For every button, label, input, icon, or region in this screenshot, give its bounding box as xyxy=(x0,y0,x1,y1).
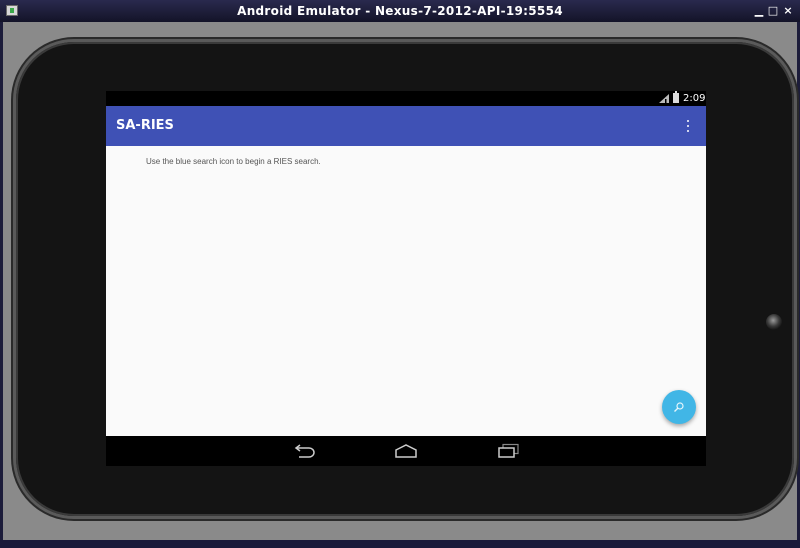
status-time: 2:09 xyxy=(683,93,706,104)
camera-icon xyxy=(766,314,782,330)
app-title: SA-RIES xyxy=(116,118,174,133)
back-icon[interactable] xyxy=(293,443,317,459)
window-bottom-edge xyxy=(0,540,800,548)
recents-icon[interactable] xyxy=(496,443,520,459)
overflow-menu-icon[interactable] xyxy=(680,118,696,134)
search-icon xyxy=(674,402,684,412)
status-bar: 2:09 xyxy=(106,91,706,106)
window-title: Android Emulator - Nexus-7-2012-API-19:5… xyxy=(237,4,563,18)
search-fab-button[interactable] xyxy=(662,390,696,424)
window-title-bar[interactable]: Android Emulator - Nexus-7-2012-API-19:5… xyxy=(0,0,800,22)
signal-icon xyxy=(659,94,669,103)
navigation-bar xyxy=(106,436,706,466)
battery-icon xyxy=(673,91,679,103)
close-button[interactable]: × xyxy=(781,3,795,19)
main-content: Use the blue search icon to begin a RIES… xyxy=(106,146,706,436)
minimize-button[interactable]: ▁ xyxy=(752,3,766,19)
instruction-text: Use the blue search icon to begin a RIES… xyxy=(146,157,321,166)
device-screen[interactable]: 2:09 SA-RIES Use the blue search icon to… xyxy=(106,91,706,466)
app-toolbar: SA-RIES xyxy=(106,106,706,146)
maximize-button[interactable]: □ xyxy=(766,3,780,19)
home-icon[interactable] xyxy=(394,443,418,459)
